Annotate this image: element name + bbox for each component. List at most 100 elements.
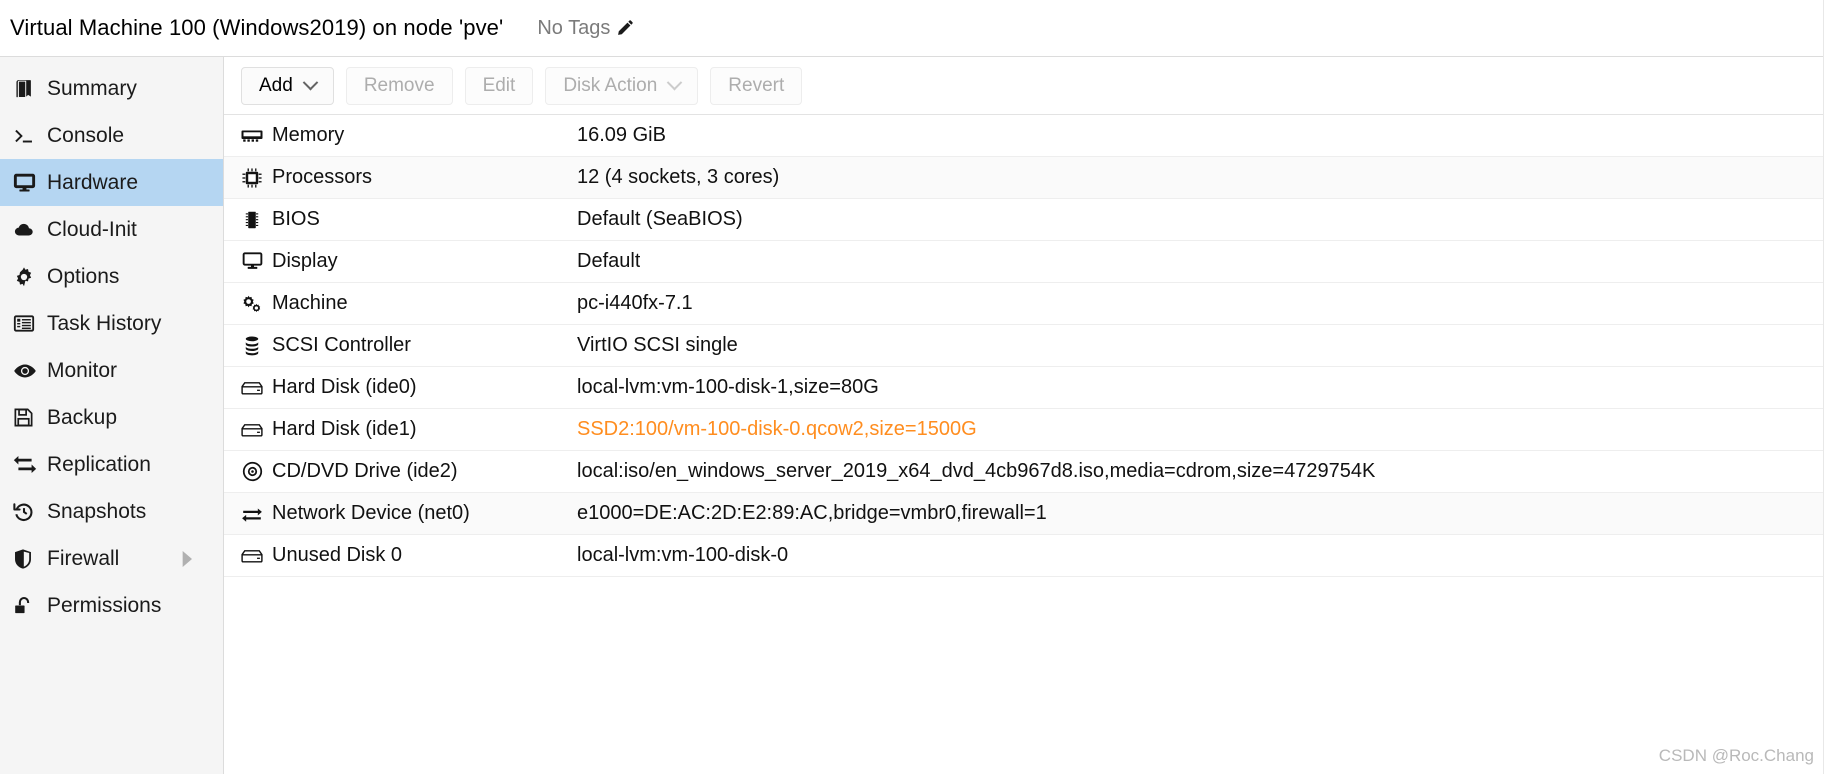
- hard-disk-icon: [232, 548, 272, 564]
- revert-button[interactable]: Revert: [710, 66, 803, 105]
- sidebar-nav: Summary Console Hardware Cloud-Init Opti…: [0, 57, 224, 774]
- remove-button[interactable]: Remove: [345, 66, 453, 105]
- row-key: CD/DVD Drive (ide2): [272, 460, 458, 482]
- monitor-icon: [232, 252, 272, 271]
- row-value: 12 (4 sockets, 3 cores): [577, 166, 780, 188]
- row-value-pending: SSD2:100/vm-100-disk-0.qcow2,size=1500G: [577, 418, 977, 440]
- chevron-right-icon[interactable]: [181, 550, 195, 567]
- history-icon: [13, 501, 43, 523]
- sidebar-item-console[interactable]: Console: [0, 112, 223, 159]
- row-key: Memory: [272, 124, 345, 146]
- row-key: BIOS: [272, 208, 320, 230]
- sidebar-item-label: Summary: [47, 76, 137, 100]
- list-icon: [13, 313, 43, 334]
- cogs-icon: [232, 294, 272, 314]
- row-value: e1000=DE:AC:2D:E2:89:AC,bridge=vmbr0,fir…: [577, 502, 1047, 524]
- row-value: local-lvm:vm-100-disk-0: [577, 544, 789, 566]
- proxmox-vm-hardware-page: Virtual Machine 100 (Windows2019) on nod…: [0, 0, 1828, 774]
- table-row[interactable]: SCSI Controller VirtIO SCSI single: [224, 325, 1828, 367]
- sync-arrows-icon: [13, 454, 43, 475]
- table-row[interactable]: Processors 12 (4 sockets, 3 cores): [224, 157, 1828, 199]
- book-icon: [13, 78, 43, 100]
- sidebar-item-label: Monitor: [47, 358, 118, 382]
- table-row[interactable]: Memory 16.09 GiB: [224, 115, 1828, 157]
- tags-area[interactable]: No Tags: [537, 17, 634, 40]
- sidebar-item-task-history[interactable]: Task History: [0, 300, 223, 347]
- row-key: Display: [272, 250, 338, 272]
- shield-icon: [13, 548, 43, 570]
- row-key: Hard Disk (ide1): [272, 418, 417, 440]
- table-row[interactable]: Hard Disk (ide0) local-lvm:vm-100-disk-1…: [224, 367, 1828, 409]
- sidebar-item-label: Options: [47, 264, 120, 288]
- table-row[interactable]: BIOS Default (SeaBIOS): [224, 199, 1828, 241]
- edit-button[interactable]: Edit: [464, 66, 534, 105]
- row-value: Default (SeaBIOS): [577, 208, 743, 230]
- sidebar-item-label: Replication: [47, 452, 151, 476]
- pencil-icon[interactable]: [615, 19, 634, 38]
- page-body: Summary Console Hardware Cloud-Init Opti…: [0, 57, 1828, 774]
- row-key: Hard Disk (ide0): [272, 376, 417, 398]
- sidebar-item-label: Backup: [47, 405, 118, 429]
- table-row[interactable]: Display Default: [224, 241, 1828, 283]
- sidebar-item-label: Task History: [47, 311, 162, 335]
- sidebar-item-monitor[interactable]: Monitor: [0, 347, 223, 394]
- table-row[interactable]: Machine pc-i440fx-7.1: [224, 283, 1828, 325]
- network-icon: [232, 505, 272, 523]
- row-value: 16.09 GiB: [577, 124, 666, 146]
- watermark: CSDN @Roc.Chang: [1658, 746, 1814, 765]
- edit-button-label: Edit: [482, 74, 516, 96]
- cd-drive-icon: [232, 461, 272, 482]
- sidebar-item-firewall[interactable]: Firewall: [0, 535, 223, 582]
- table-row[interactable]: Hard Disk (ide1) SSD2:100/vm-100-disk-0.…: [224, 409, 1828, 451]
- sidebar-item-snapshots[interactable]: Snapshots: [0, 488, 223, 535]
- sidebar-item-backup[interactable]: Backup: [0, 394, 223, 441]
- row-value: pc-i440fx-7.1: [577, 292, 693, 314]
- window-right-edge: [1823, 0, 1828, 774]
- disk-action-button-label: Disk Action: [563, 74, 658, 96]
- row-value: local-lvm:vm-100-disk-1,size=80G: [577, 376, 879, 398]
- remove-button-label: Remove: [363, 74, 435, 96]
- sidebar-item-label: Firewall: [47, 546, 120, 570]
- sidebar-item-label: Cloud-Init: [47, 217, 137, 241]
- hard-disk-icon: [232, 380, 272, 396]
- row-value: VirtIO SCSI single: [577, 334, 738, 356]
- add-button[interactable]: Add: [241, 66, 334, 105]
- eye-icon: [13, 361, 43, 381]
- revert-button-label: Revert: [728, 74, 785, 96]
- hardware-table: Memory 16.09 GiB Processors 12 (4 socket…: [224, 115, 1828, 774]
- row-key: Machine: [272, 292, 348, 314]
- chevron-down-icon: [667, 74, 683, 91]
- row-value: local:iso/en_windows_server_2019_x64_dvd…: [577, 460, 1376, 482]
- sidebar-item-summary[interactable]: Summary: [0, 65, 223, 112]
- sidebar-item-cloud-init[interactable]: Cloud-Init: [0, 206, 223, 253]
- row-key: Unused Disk 0: [272, 544, 403, 566]
- cloud-icon: [13, 219, 43, 241]
- table-row[interactable]: Network Device (net0) e1000=DE:AC:2D:E2:…: [224, 493, 1828, 535]
- chip-icon: [232, 210, 272, 230]
- floppy-disk-icon: [13, 407, 43, 428]
- chevron-down-icon: [302, 74, 319, 91]
- sidebar-item-label: Snapshots: [47, 499, 147, 523]
- row-key: Network Device (net0): [272, 502, 470, 524]
- monitor-icon: [13, 172, 43, 194]
- table-row[interactable]: CD/DVD Drive (ide2) local:iso/en_windows…: [224, 451, 1828, 493]
- unlock-icon: [13, 595, 43, 617]
- row-key: SCSI Controller: [272, 334, 411, 356]
- cpu-icon: [232, 167, 272, 188]
- sidebar-item-label: Permissions: [47, 593, 162, 617]
- sidebar-item-hardware[interactable]: Hardware: [0, 159, 223, 206]
- row-value: Default: [577, 250, 641, 272]
- disk-action-button[interactable]: Disk Action: [545, 66, 699, 105]
- hardware-panel: Add Remove Edit Disk Action Revert Memor…: [224, 57, 1828, 774]
- table-row[interactable]: Unused Disk 0 local-lvm:vm-100-disk-0: [224, 535, 1828, 577]
- gear-icon: [13, 266, 43, 288]
- sidebar-item-label: Hardware: [47, 170, 139, 194]
- terminal-icon: [13, 125, 43, 147]
- sidebar-item-label: Console: [47, 123, 125, 147]
- sidebar-item-permissions[interactable]: Permissions: [0, 582, 223, 629]
- sidebar-item-replication[interactable]: Replication: [0, 441, 223, 488]
- hard-disk-icon: [232, 422, 272, 438]
- memory-icon: [232, 128, 272, 144]
- page-title: Virtual Machine 100 (Windows2019) on nod…: [10, 15, 504, 40]
- sidebar-item-options[interactable]: Options: [0, 253, 223, 300]
